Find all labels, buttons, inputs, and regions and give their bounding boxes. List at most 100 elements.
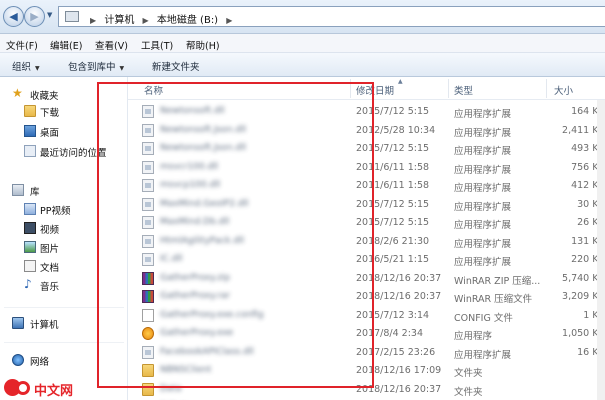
file-row[interactable]: GatherProxy.zip 2018/12/16 20:37 WinRAR ZI… — [128, 270, 605, 287]
column-divider[interactable] — [448, 79, 449, 98]
file-size: 2,411 KB — [562, 124, 605, 136]
nav-music-label: 音乐 — [40, 282, 60, 293]
file-row[interactable]: IC.dll 2016/5/21 1:15 应用程序扩展 220 KB — [128, 251, 605, 268]
file-date: 2011/6/11 1:58 — [356, 180, 430, 191]
column-header-name[interactable]: 名称 — [144, 83, 163, 97]
nav-downloads[interactable]: 下载 — [0, 103, 128, 119]
breadcrumb-separator-icon[interactable]: ▶ — [90, 16, 96, 25]
nav-computer[interactable]: 计算机 — [0, 315, 128, 331]
nav-desktop-label: 桌面 — [40, 128, 60, 139]
menu-tools[interactable]: 工具(T) — [141, 38, 173, 52]
file-row[interactable]: Data 2018/12/16 20:37 文件夹 — [128, 381, 605, 398]
file-row[interactable]: Newtonsoft.Json.dll 2015/7/12 5:15 应用程序扩展 4… — [128, 140, 605, 157]
file-type: CONFIG 文件 — [454, 312, 513, 324]
vertical-scrollbar[interactable] — [597, 100, 605, 400]
file-size: 30 KB — [577, 198, 605, 210]
nav-favorites[interactable]: ★ 收藏夹 — [0, 86, 128, 102]
forward-button[interactable]: ▶ — [24, 6, 45, 27]
column-headers: 名称 ▲ 修改日期 类型 大小 — [128, 77, 605, 100]
recent-places-icon — [24, 145, 36, 157]
nav-libraries[interactable]: 库 — [0, 182, 128, 198]
file-date: 2015/7/12 5:15 — [356, 217, 430, 228]
organize-button[interactable]: 组织 ▼ — [12, 59, 40, 73]
file-name: GatherProxy.rar — [160, 291, 231, 301]
nav-divider — [4, 307, 124, 308]
file-size: 131 KB — [571, 235, 605, 247]
dll-file-icon — [142, 179, 154, 192]
file-row[interactable]: Newtonsoft.dll 2015/7/12 5:15 应用程序扩展 164 KB — [128, 103, 605, 120]
dll-file-icon — [142, 345, 154, 359]
file-row[interactable]: MaxMind.GeoIP2.dll 2015/7/12 5:15 应用程序扩展 30… — [128, 196, 605, 213]
nav-videos-label: 视频 — [40, 225, 60, 236]
music-note-icon: ♪ — [24, 277, 32, 291]
recent-pages-dropdown-icon[interactable]: ▼ — [47, 11, 52, 19]
dll-file-icon — [142, 216, 154, 229]
breadcrumb-separator-icon[interactable]: ▶ — [226, 16, 232, 25]
file-name: NBNSClient — [160, 365, 212, 375]
nav-network[interactable]: 网络 — [0, 352, 128, 368]
file-row[interactable]: Newtonsoft.Json.dll 2012/5/28 10:34 应用程序扩展… — [128, 122, 605, 139]
breadcrumb: ▶ 计算机 ▶ 本地磁盘 (B:) ▶ — [85, 11, 237, 26]
file-type: 应用程序扩展 — [454, 146, 512, 157]
file-type: 应用程序扩展 — [454, 127, 512, 139]
file-row[interactable]: NBNSClient 2018/12/16 17:09 文件夹 — [128, 362, 605, 379]
new-folder-button[interactable]: 新建文件夹 — [152, 59, 200, 73]
file-date: 2018/2/6 21:30 — [356, 235, 430, 247]
column-divider[interactable] — [350, 79, 351, 98]
video-icon — [24, 222, 36, 234]
file-row[interactable]: FacebookAPIClass.dll 2017/2/15 23:26 应用程序扩… — [128, 344, 605, 361]
file-row[interactable]: GatherProxy.exe.config 2015/7/12 3:14 CONF… — [128, 307, 605, 324]
nav-documents[interactable]: 文档 — [0, 258, 128, 274]
column-header-type[interactable]: 类型 — [454, 83, 473, 97]
nav-pictures[interactable]: 图片 — [0, 239, 128, 255]
command-bar: 组织 ▼ 包含到库中 ▼ 新建文件夹 — [0, 53, 605, 77]
nav-recent[interactable]: 最近访问的位置 — [0, 143, 128, 159]
file-name: msvcp100.dll — [160, 180, 221, 190]
menu-view[interactable]: 查看(V) — [95, 38, 128, 52]
file-row[interactable]: msvcp100.dll 2011/6/11 1:58 应用程序扩展 412 KB — [128, 177, 605, 194]
chevron-down-icon: ▼ — [35, 65, 40, 72]
column-header-date[interactable]: 修改日期 — [356, 83, 394, 97]
file-name: Newtonsoft.Json.dll — [160, 124, 247, 135]
nav-music[interactable]: ♪ 音乐 — [0, 277, 128, 293]
exe-file-icon — [142, 327, 154, 340]
file-type: 文件夹 — [454, 386, 483, 398]
watermark-text: 中文网 — [34, 384, 74, 399]
file-date: 2018/12/16 20:37 — [356, 383, 442, 395]
address-bar[interactable]: ▶ 计算机 ▶ 本地磁盘 (B:) ▶ — [58, 6, 605, 27]
nav-recent-label: 最近访问的位置 — [40, 148, 107, 159]
menu-edit[interactable]: 编辑(E) — [50, 38, 82, 52]
navigation-pane: ★ 收藏夹 下载 桌面 最近访问的位置 库 PP视频 视频 图片 文档 ♪ 音乐… — [0, 77, 128, 400]
file-row[interactable]: MaxMind.Db.dll 2015/7/12 5:15 应用程序扩展 26 KB — [128, 214, 605, 231]
computer-icon — [12, 317, 24, 329]
file-name: GatherProxy.zip — [160, 272, 231, 283]
file-date: 2018/12/16 20:37 — [356, 272, 442, 284]
file-date: 2017/8/4 2:34 — [356, 328, 424, 339]
desktop-icon — [24, 125, 36, 137]
include-library-label: 包含到库中 — [68, 62, 116, 73]
breadcrumb-drive[interactable]: 本地磁盘 (B:) — [157, 11, 218, 26]
menu-help[interactable]: 帮助(H) — [186, 38, 220, 52]
file-row[interactable]: GatherProxy.rar 2018/12/16 20:37 WinRAR 压缩… — [128, 288, 605, 305]
include-in-library-button[interactable]: 包含到库中 ▼ — [68, 59, 124, 73]
file-row[interactable]: HtmlAgilityPack.dll 2018/2/6 21:30 应用程序扩展 1… — [128, 233, 605, 250]
file-date: 2011/6/11 1:58 — [356, 161, 430, 173]
cfg-file-icon — [142, 308, 154, 322]
nav-pp-video[interactable]: PP视频 — [0, 201, 128, 217]
breadcrumb-computer[interactable]: 计算机 — [104, 11, 134, 26]
file-size: 164 KB — [571, 106, 605, 117]
nav-desktop[interactable]: 桌面 — [0, 123, 128, 139]
file-row[interactable]: msvcr100.dll 2011/6/11 1:58 应用程序扩展 756 KB — [128, 159, 605, 176]
downloads-folder-icon — [24, 105, 36, 117]
menu-file[interactable]: 文件(F) — [6, 38, 38, 52]
back-button[interactable]: ◀ — [3, 6, 24, 27]
file-name: Newtonsoft.Json.dll — [160, 143, 247, 153]
nav-videos[interactable]: 视频 — [0, 220, 128, 236]
breadcrumb-separator-icon[interactable]: ▶ — [143, 16, 149, 25]
nav-pictures-label: 图片 — [40, 244, 60, 255]
file-size: 26 KB — [577, 217, 605, 228]
column-divider[interactable] — [546, 79, 547, 98]
column-header-size[interactable]: 大小 — [554, 83, 573, 97]
file-name: HtmlAgilityPack.dll — [160, 235, 245, 246]
file-row[interactable]: GatherProxy.exe 2017/8/4 2:34 应用程序 1,050 KB — [128, 325, 605, 342]
